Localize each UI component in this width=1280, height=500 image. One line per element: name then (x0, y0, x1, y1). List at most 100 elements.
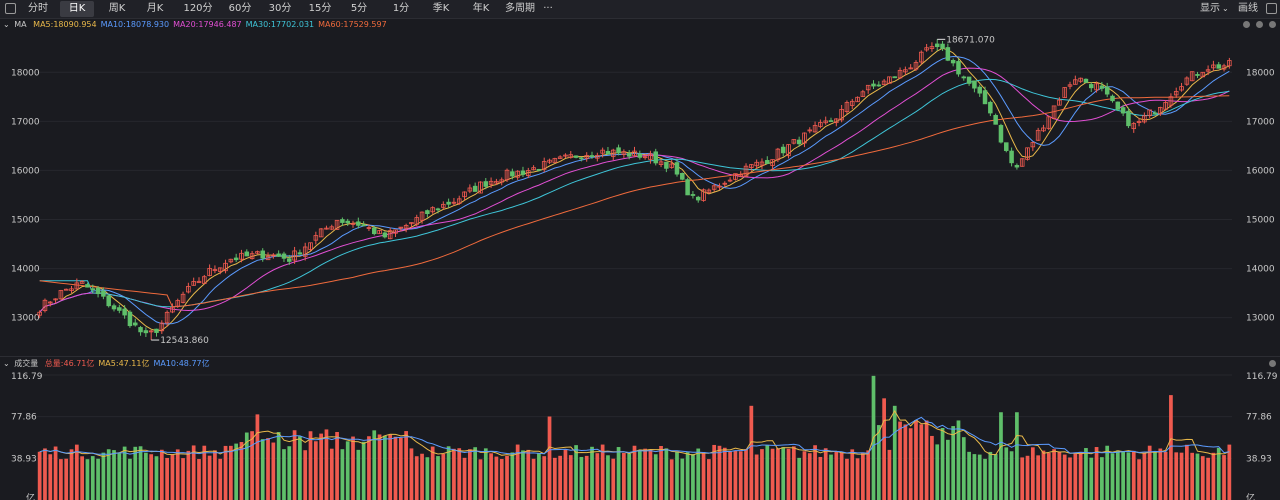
volume-bar (170, 454, 175, 500)
candle-body (510, 171, 515, 177)
volume-bar (797, 457, 802, 500)
volume-bar (478, 459, 483, 500)
volume-bar (579, 456, 584, 500)
volume-bar (781, 447, 786, 500)
volume-bar (924, 420, 929, 500)
volume-axis-tick-left: 116.79 (11, 372, 43, 382)
volume-bar (266, 438, 270, 500)
volume-bar (807, 453, 812, 500)
candle-body (1099, 85, 1105, 89)
candle-body (1115, 101, 1121, 110)
volume-bar (271, 442, 276, 500)
volume-bar (914, 420, 918, 500)
volume-bar (882, 398, 886, 500)
volume-bar (64, 458, 69, 500)
volume-bar (999, 412, 1003, 500)
volume-bar (1142, 452, 1147, 500)
volume-bar (1227, 444, 1232, 500)
volume-bar (319, 433, 324, 500)
volume-bar (404, 431, 408, 500)
low-annotation: 12543.860 (160, 336, 209, 346)
candle-body (340, 219, 345, 223)
volume-bar (935, 444, 940, 500)
volume-bar (186, 450, 191, 500)
volume-bar (850, 449, 855, 500)
volume-bar (887, 449, 892, 500)
candle-body (345, 220, 350, 224)
candle-body (690, 194, 696, 196)
volume-bar (648, 449, 653, 500)
volume-axis-tick-right: 116.79 (1246, 372, 1278, 382)
volume-bar (643, 448, 647, 500)
volume-bar (398, 437, 403, 500)
volume-bar (701, 451, 706, 500)
volume-bar (345, 441, 350, 500)
candle-body (977, 86, 982, 94)
volume-bar (43, 448, 47, 500)
volume-bar (112, 450, 116, 500)
candle-body (956, 61, 961, 75)
volume-bar (1062, 454, 1067, 500)
candle-body (765, 160, 770, 164)
volume-bar (430, 446, 435, 500)
volume-bar (356, 449, 361, 500)
volume-bar (1100, 457, 1104, 500)
candle-body (472, 185, 478, 192)
volume-bar (749, 405, 754, 500)
volume-bar (1041, 450, 1046, 500)
volume-bar (1115, 450, 1120, 500)
volume-bar (361, 441, 366, 500)
volume-bar (531, 458, 536, 500)
volume-bar (298, 436, 302, 500)
kline-chart[interactable]: 18000 18000 17000 17000 16000 16000 15000 15000… (0, 0, 1280, 500)
volume-bar (393, 436, 398, 500)
candle-body (143, 330, 149, 334)
candle-body (127, 311, 133, 327)
volume-bar (436, 456, 440, 500)
volume-bar (563, 449, 568, 500)
candle-body (680, 172, 685, 180)
volume-bar (1020, 457, 1025, 500)
candle-body (95, 287, 101, 295)
volume-bar (409, 448, 414, 500)
candle-body (154, 328, 159, 333)
volume-bar (802, 451, 807, 500)
volume-bar (1052, 449, 1056, 500)
volume-axis-tick-left: 38.93 (11, 454, 37, 464)
candle-body (685, 179, 690, 196)
candle-body (828, 120, 834, 123)
volume-bar (494, 456, 499, 500)
candle-body (674, 162, 680, 175)
candle-body (605, 150, 611, 155)
volume-bar (80, 456, 85, 500)
price-axis-tick-right: 14000 (1246, 265, 1275, 275)
volume-bar (505, 455, 509, 500)
volume-bar (542, 456, 547, 500)
price-axis-tick-left: 17000 (11, 117, 40, 127)
volume-bar (1184, 444, 1189, 500)
volume-bar (866, 450, 871, 500)
volume-bar (117, 453, 122, 500)
volume-bar (595, 453, 600, 500)
volume-bar (351, 436, 355, 500)
ma-line-ma30 (39, 78, 1230, 308)
candle-body (132, 322, 138, 326)
volume-bar (69, 449, 74, 500)
volume-bar (972, 454, 977, 500)
volume-bar (717, 445, 722, 500)
candle-body (244, 251, 250, 257)
candle-body (998, 125, 1004, 143)
volume-bar (260, 439, 265, 500)
volume-bar (234, 443, 239, 500)
volume-bar (1121, 451, 1125, 500)
volume-bar (1105, 445, 1110, 500)
candle-body (117, 307, 122, 311)
candle-body (664, 161, 669, 169)
volume-bar (1009, 451, 1014, 500)
volume-bar (744, 449, 748, 500)
volume-bar (457, 448, 462, 500)
volume-bar (526, 449, 531, 500)
candle-body (382, 232, 388, 238)
volume-bar (367, 436, 371, 500)
volume-axis-tick-right: 亿 (1246, 492, 1255, 500)
